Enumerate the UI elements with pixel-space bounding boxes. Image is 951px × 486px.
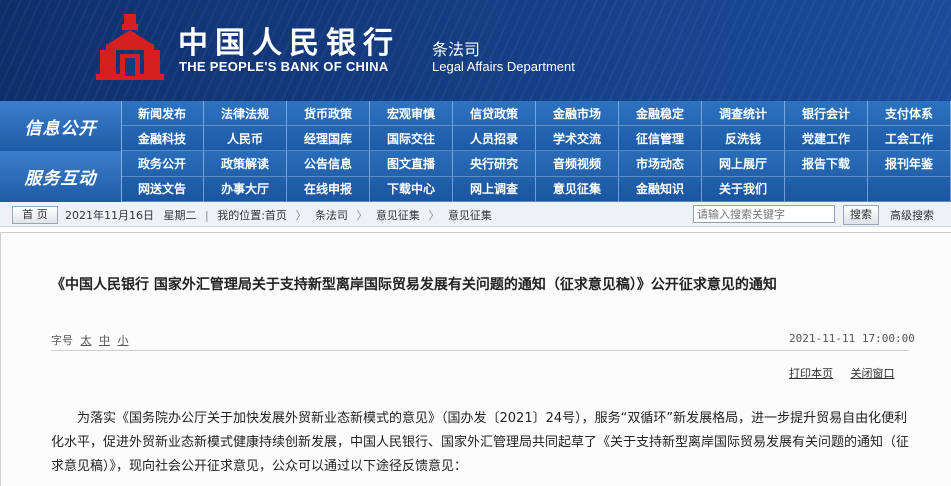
nav-service-item-12[interactable]: 在线申报 xyxy=(287,176,370,202)
font-size-large[interactable]: 太 xyxy=(81,334,92,347)
nav-info-item-5[interactable]: 金融市场 xyxy=(536,101,619,126)
nav-info-item-2[interactable]: 货币政策 xyxy=(287,101,370,126)
font-size-label: 字号 xyxy=(51,334,73,347)
nav-info-item-16[interactable]: 征信管理 xyxy=(619,126,702,151)
site-header: 中国人民银行 THE PEOPLE'S BANK OF CHINA 条法司 Le… xyxy=(0,0,951,101)
close-window-link[interactable]: 关闭窗口 xyxy=(851,367,895,380)
print-page-link[interactable]: 打印本页 xyxy=(789,367,833,380)
nav-info-item-10[interactable]: 金融科技 xyxy=(121,126,204,151)
nav-service-section: 服务互动 政务公开 政策解读 公告信息 图文直播 央行研究 音频视频 市场动态 网上展厅 报告下… xyxy=(0,151,951,202)
article-title: 《中国人民银行 国家外汇管理局关于支持新型离岸国际贸易发展有关问题的通知（征求意… xyxy=(51,277,777,293)
department-name-en: Legal Affairs Department xyxy=(432,59,575,74)
nav-service-item-13[interactable]: 下载中心 xyxy=(370,176,453,202)
nav-service-item-9[interactable]: 报刊年鉴 xyxy=(868,151,951,177)
article-paragraph: 为落实《国务院办公厅关于加快发展外贸新业态新模式的意见》（国办发〔2021〕24… xyxy=(51,411,910,474)
nav-service-item-14[interactable]: 网上调查 xyxy=(453,176,536,202)
nav-service-item-3[interactable]: 图文直播 xyxy=(370,151,453,177)
nav-service-item-16[interactable]: 金融知识 xyxy=(619,176,702,202)
nav-info-item-9[interactable]: 支付体系 xyxy=(868,101,951,126)
search-button[interactable]: 搜索 xyxy=(843,205,879,225)
nav-info-item-0[interactable]: 新闻发布 xyxy=(121,101,204,126)
nav-info-item-8[interactable]: 银行会计 xyxy=(785,101,868,126)
nav-info-item-13[interactable]: 国际交往 xyxy=(370,126,453,151)
nav-info-item-6[interactable]: 金融稳定 xyxy=(619,101,702,126)
nav-info-item-17[interactable]: 反洗钱 xyxy=(702,126,785,151)
nav-service-item-17[interactable]: 关于我们 xyxy=(702,176,785,202)
nav-service-item-7[interactable]: 网上展厅 xyxy=(702,151,785,177)
bank-name-cn: 中国人民银行 xyxy=(178,26,400,61)
nav-service-item-8[interactable]: 报告下载 xyxy=(785,151,868,177)
nav-service-item-5[interactable]: 音频视频 xyxy=(536,151,619,177)
nav-info-item-3[interactable]: 宏观审慎 xyxy=(370,101,453,126)
nav-service-item-0[interactable]: 政务公开 xyxy=(121,151,204,177)
nav-info-item-19[interactable]: 工会工作 xyxy=(868,126,951,151)
font-size-small[interactable]: 小 xyxy=(118,334,129,347)
nav-service-item-1[interactable]: 政策解读 xyxy=(204,151,287,177)
article-panel: 《中国人民银行 国家外汇管理局关于支持新型离岸国际贸易发展有关问题的通知（征求意… xyxy=(0,232,951,486)
nav-info-item-1[interactable]: 法律法规 xyxy=(204,101,287,126)
nav-service-item-10[interactable]: 网送文告 xyxy=(121,176,204,202)
breadcrumb-item-section[interactable]: 意见征集 xyxy=(376,209,420,222)
nav-service-title[interactable]: 服务互动 xyxy=(0,151,122,202)
nav-service-item-4[interactable]: 央行研究 xyxy=(453,151,536,177)
font-size-medium[interactable]: 中 xyxy=(99,334,110,347)
nav-service-item-11[interactable]: 办事大厅 xyxy=(204,176,287,202)
bank-name-en: THE PEOPLE'S BANK OF CHINA xyxy=(179,59,389,74)
nav-service-grid: 政务公开 政策解读 公告信息 图文直播 央行研究 音频视频 市场动态 网上展厅 报告下载 报刊年鉴… xyxy=(121,151,951,202)
nav-info-item-15[interactable]: 学术交流 xyxy=(536,126,619,151)
search-input[interactable] xyxy=(693,205,835,223)
pboc-logo-icon xyxy=(96,14,164,80)
divider xyxy=(51,350,909,351)
advanced-search-link[interactable]: 高级搜索 xyxy=(890,207,934,223)
breadcrumb-home-link[interactable]: 我的位置:首页 xyxy=(217,209,287,222)
nav-info-grid: 新闻发布 法律法规 货币政策 宏观审慎 信贷政策 金融市场 金融稳定 调查统计 银行会计 支付体系… xyxy=(121,101,951,151)
nav-info-item-18[interactable]: 党建工作 xyxy=(785,126,868,151)
breadcrumb-item-dept[interactable]: 条法司 xyxy=(315,209,348,222)
home-button[interactable]: 首 页 xyxy=(12,206,58,224)
nav-info-title[interactable]: 信息公开 xyxy=(0,101,122,151)
nav-info-section: 信息公开 新闻发布 法律法规 货币政策 宏观审慎 信贷政策 金融市场 金融稳定 调查统计 银行会… xyxy=(0,101,951,151)
nav-info-item-11[interactable]: 人民币 xyxy=(204,126,287,151)
current-date: 2021年11月16日 xyxy=(65,209,154,222)
nav-info-item-7[interactable]: 调查统计 xyxy=(702,101,785,126)
nav-info-item-12[interactable]: 经理国库 xyxy=(287,126,370,151)
publish-datetime: 2021-11-11 17:00:00 xyxy=(789,332,915,345)
breadcrumb-bar: 首 页 2021年11月16日 星期二 | 我的位置:首页 〉 条法司 〉 意见… xyxy=(0,202,951,227)
nav-info-item-4[interactable]: 信贷政策 xyxy=(453,101,536,126)
current-weekday: 星期二 xyxy=(163,209,197,222)
nav-service-item-19 xyxy=(868,176,951,202)
nav-service-item-2[interactable]: 公告信息 xyxy=(287,151,370,177)
font-size-selector: 字号 太 中 小 xyxy=(51,332,129,348)
nav-service-item-15[interactable]: 意见征集 xyxy=(536,176,619,202)
breadcrumb-item-current[interactable]: 意见征集 xyxy=(448,209,492,222)
article-actions: 打印本页 关闭窗口 xyxy=(789,365,909,381)
nav-service-item-6[interactable]: 市场动态 xyxy=(619,151,702,177)
department-name-cn: 条法司 xyxy=(432,40,481,59)
breadcrumb: 2021年11月16日 星期二 | 我的位置:首页 〉 条法司 〉 意见征集 〉… xyxy=(65,209,492,222)
nav-info-item-14[interactable]: 人员招录 xyxy=(453,126,536,151)
nav-service-item-18 xyxy=(785,176,868,202)
